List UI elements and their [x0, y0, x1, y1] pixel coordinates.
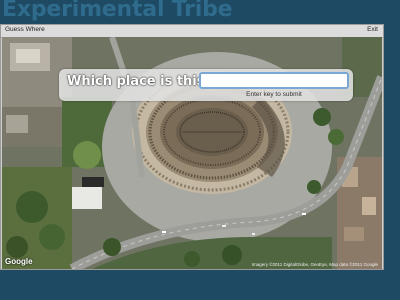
question-panel: Which place is this? Enter key to submit: [59, 69, 353, 101]
google-logo: Google: [5, 257, 33, 266]
exit-button[interactable]: Exit: [367, 26, 378, 33]
window-title: Guess Where: [5, 26, 45, 33]
guess-where-window: Guess Where Exit Google Imagery ©2011 Di…: [0, 24, 384, 270]
map-copyright: Imagery ©2011 DigitalGlobe, GeoEye, Map …: [251, 262, 378, 267]
question-text: Which place is this?: [67, 74, 213, 89]
answer-input[interactable]: [199, 72, 349, 89]
app-title-background: Experimental Tribe: [2, 0, 233, 22]
submit-hint: Enter key to submit: [246, 91, 302, 98]
